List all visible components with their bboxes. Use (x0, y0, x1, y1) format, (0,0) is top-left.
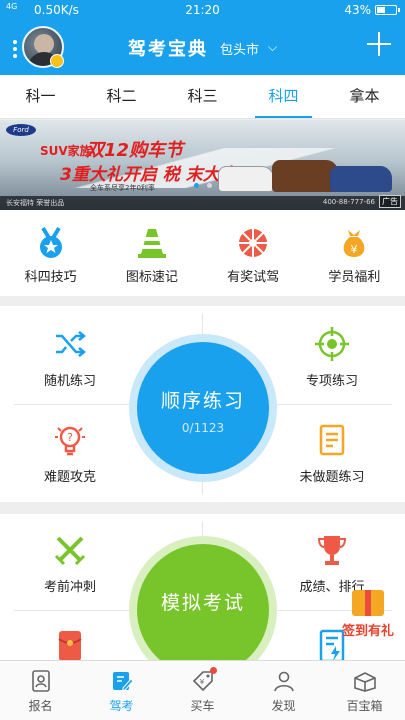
target-icon (314, 326, 350, 362)
ad-banner[interactable]: Ford SUV家族 双12购车节 3重大礼开启 税 末大惠 全车系尽享2年0利… (0, 120, 405, 210)
traffic-cone-icon (135, 226, 169, 260)
check-in-gift-button[interactable]: 签到有礼 (333, 590, 403, 650)
svg-text:?: ? (67, 431, 73, 444)
feature-label: 学员福利 (328, 270, 381, 285)
nav-driving-test[interactable]: 驾考 (81, 661, 162, 720)
divider-left (14, 610, 134, 611)
tab-subject-2[interactable]: 科二 (81, 75, 162, 118)
practice-panel: 随机练习 专项练习 ? 难题攻克 未做题练习 顺序练习 0/1123 (0, 306, 405, 502)
banner-line1-prefix: SUV家族 (40, 144, 92, 158)
notification-dot (210, 667, 217, 674)
feature-row: 科四技巧 图标速记 有奖试驾 ¥ 学员福利 (0, 210, 405, 296)
nav-label: 买车 (190, 699, 215, 713)
medal-icon (34, 226, 68, 260)
feature-test-drive[interactable]: 有奖试驾 (203, 210, 304, 296)
id-card-icon (29, 669, 53, 693)
car-brown-image (272, 160, 338, 192)
ford-logo: Ford (6, 124, 36, 136)
feature-label: 科四技巧 (24, 270, 77, 285)
crossed-swords-icon (52, 532, 88, 568)
svg-text:¥: ¥ (351, 243, 358, 256)
undone-practice-label: 未做题练习 (299, 470, 365, 485)
treasure-box-icon (353, 669, 377, 693)
tab-subject-3[interactable]: 科三 (162, 75, 243, 118)
special-practice-button[interactable]: 专项练习 (262, 326, 402, 389)
check-in-gift-label: 签到有礼 (341, 624, 394, 639)
red-envelope-icon (52, 628, 88, 660)
feature-sign-memo[interactable]: 图标速记 (101, 210, 202, 296)
battery-percent: 43% (344, 3, 371, 17)
sequential-practice-title: 顺序练习 (160, 390, 245, 412)
nav-label: 百宝箱 (346, 699, 383, 713)
undone-practice-button[interactable]: 未做题练习 (262, 422, 402, 485)
money-bag-icon: ¥ (337, 226, 371, 260)
coin-badge-icon (50, 54, 64, 68)
nav-label: 报名 (28, 699, 53, 713)
car-blue-image (330, 166, 392, 192)
mock-exam-button[interactable]: 模拟考试 (137, 544, 269, 660)
app-bar: 驾考宝典 包头市 ⌵ (0, 20, 405, 75)
sequential-practice-button[interactable]: 顺序练习 0/1123 (137, 342, 269, 474)
steering-wheel-icon (236, 226, 270, 260)
red-envelope-button[interactable] (0, 628, 140, 660)
ad-label: 广告 (379, 195, 401, 208)
feature-tips[interactable]: 科四技巧 (0, 210, 101, 296)
carousel-dots[interactable] (190, 173, 216, 192)
person-icon (272, 669, 296, 693)
random-practice-button[interactable]: 随机练习 (0, 326, 140, 389)
add-icon[interactable] (367, 32, 391, 56)
trophy-icon (314, 532, 350, 568)
tab-get-license[interactable]: 拿本 (324, 75, 405, 118)
random-practice-label: 随机练习 (43, 374, 96, 389)
nav-buy-car[interactable]: ¥ 买车 (162, 661, 243, 720)
nav-discover[interactable]: 发现 (243, 661, 324, 720)
subject-tabs: 科一 科二 科三 科四 拿本 (0, 75, 405, 119)
bottom-nav: 报名 驾考 ¥ 买车 发现 百宝箱 (0, 660, 405, 720)
scores-ranking-button[interactable]: 成绩、排行 (262, 532, 402, 595)
document-icon (314, 422, 350, 458)
mock-exam-title: 模拟考试 (160, 592, 245, 614)
status-bar: 4G 0.50K/s 21:20 43% (0, 0, 405, 20)
difficult-questions-button[interactable]: ? 难题攻克 (0, 422, 140, 485)
car-white-image (218, 166, 274, 192)
nav-toolbox[interactable]: 百宝箱 (324, 661, 405, 720)
banner-line3: 全车系尽享2年0利率 (90, 184, 155, 192)
banner-line1-big: 双12购车节 (86, 140, 184, 161)
nav-label: 驾考 (109, 699, 134, 713)
nav-label: 发现 (271, 699, 296, 713)
app-title: 驾考宝典 (128, 39, 208, 60)
shuffle-icon (52, 326, 88, 362)
difficult-questions-label: 难题攻克 (43, 470, 96, 485)
feature-label: 有奖试驾 (227, 270, 280, 285)
nav-register[interactable]: 报名 (0, 661, 81, 720)
feature-student-welfare[interactable]: ¥ 学员福利 (304, 210, 405, 296)
battery-icon (375, 5, 400, 15)
banner-footer-left: 长安福特 荣誉出品 (6, 199, 65, 207)
tab-subject-4[interactable]: 科四 (243, 75, 324, 118)
pre-exam-sprint-button[interactable]: 考前冲刺 (0, 532, 140, 595)
svg-text:¥: ¥ (199, 678, 204, 686)
lightbulb-icon: ? (52, 422, 88, 458)
banner-footer: 长安福特 荣誉出品 400-88-777-66 (0, 196, 405, 210)
divider-left (14, 404, 134, 405)
special-practice-label: 专项练习 (305, 374, 358, 389)
feature-label: 图标速记 (125, 270, 178, 285)
banner-phone: 400-88-777-66 (322, 198, 375, 206)
city-selector[interactable]: 包头市 (220, 39, 259, 58)
menu-dots-icon[interactable] (13, 40, 17, 58)
edit-note-icon (110, 669, 134, 693)
sequential-practice-progress: 0/1123 (181, 421, 225, 435)
tab-subject-1[interactable]: 科一 (0, 75, 81, 118)
gift-box-icon (352, 590, 384, 616)
divider-right (272, 404, 392, 405)
pre-exam-sprint-label: 考前冲刺 (43, 580, 96, 595)
chevron-down-icon[interactable]: ⌵ (268, 40, 277, 55)
